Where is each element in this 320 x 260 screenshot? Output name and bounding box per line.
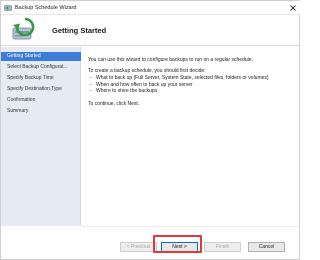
backup-wizard-icon (12, 17, 35, 40)
title-bar: Backup Schedule Wizard (1, 1, 301, 15)
sidebar-item-getting-started[interactable]: Getting Started (1, 52, 81, 61)
sidebar-item-summary[interactable]: Summary (1, 107, 81, 116)
finish-button[interactable]: Finish (204, 242, 241, 252)
backup-app-icon (4, 5, 12, 11)
sidebar-item-specify-destination-type[interactable]: Specify Destination Type (1, 85, 81, 94)
close-icon[interactable] (288, 3, 298, 13)
wizard-steps-sidebar: Getting Started Select Backup Configurat… (1, 47, 81, 226)
backup-schedule-wizard-window: Backup Schedule Wizard Getting Started G… (0, 0, 301, 260)
next-button-highlight (153, 235, 202, 253)
decision-list: What to back up (Full Server, System Sta… (88, 75, 293, 95)
previous-button[interactable]: < Previous (120, 242, 157, 252)
sidebar-item-select-backup-configuration[interactable]: Select Backup Configurat... (1, 63, 81, 72)
decide-text: To create a backup schedule, you should … (88, 67, 206, 74)
wizard-content: You can use this wizard to configure bac… (88, 57, 293, 111)
continue-text: To continue, click Next. (88, 100, 140, 107)
sidebar-item-confirmation[interactable]: Confirmation (1, 96, 81, 105)
sidebar-item-specify-backup-time[interactable]: Specify Backup Time (1, 74, 81, 83)
window-title: Backup Schedule Wizard (15, 5, 77, 11)
list-item: Where to store the backups (88, 88, 293, 95)
wizard-header: Getting Started (1, 15, 299, 46)
intro-text: You can use this wizard to configure bac… (88, 57, 253, 63)
page-title: Getting Started (52, 26, 107, 35)
list-item: What to back up (Full Server, System Sta… (88, 75, 293, 82)
cancel-button[interactable]: Cancel (248, 242, 285, 252)
